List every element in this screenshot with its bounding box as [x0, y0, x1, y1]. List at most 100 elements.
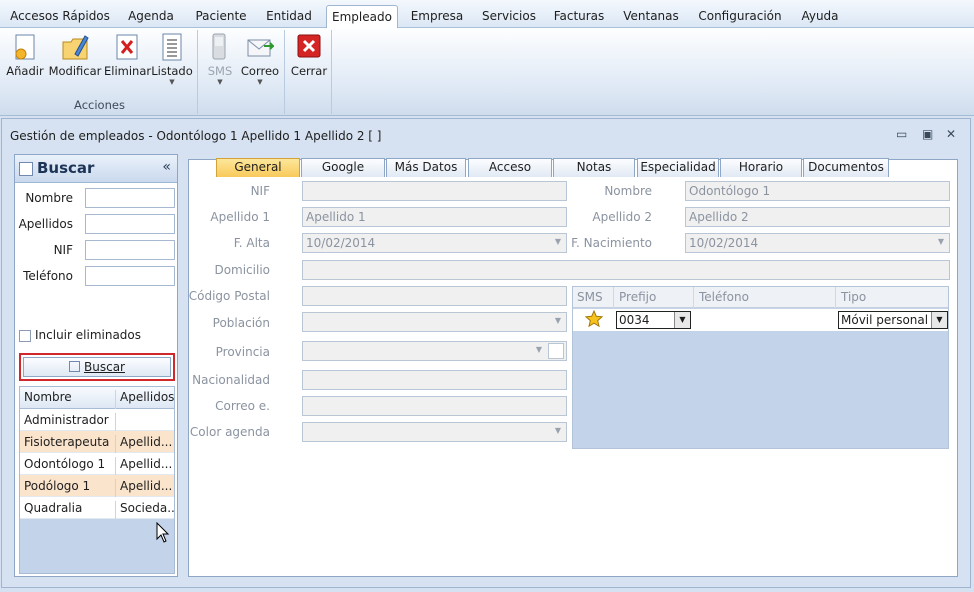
- table-row[interactable]: Administrador: [20, 409, 174, 435]
- surname-input[interactable]: [85, 214, 175, 234]
- chevron-down-icon: ▼: [931, 312, 947, 328]
- tab-especialidad[interactable]: Especialidad: [637, 158, 719, 177]
- apellido1-field-label: Apellido 1: [210, 210, 270, 224]
- column-sms[interactable]: SMS: [577, 290, 603, 304]
- tab-ventanas[interactable]: Ventanas: [616, 5, 686, 28]
- chevron-down-icon: ▼: [554, 426, 561, 435]
- delete-button[interactable]: Eliminar: [104, 32, 151, 78]
- restore-icon[interactable]: ▣: [922, 127, 933, 141]
- tab-acceso[interactable]: Acceso: [468, 158, 552, 177]
- apellido2-field-label: Apellido 2: [592, 210, 652, 224]
- folder-edit-icon: [61, 32, 89, 62]
- name-input[interactable]: [85, 188, 175, 208]
- phones-table: SMS Prefijo Teléfono Tipo 0034 ▼ Móvil pe…: [572, 286, 949, 449]
- prefix-select[interactable]: 0034 ▼: [616, 311, 691, 329]
- ribbon: Añadir Modificar Eliminar Listado ▼ Acci…: [0, 28, 974, 116]
- apellido2-field[interactable]: Apellido 2: [685, 207, 950, 227]
- tab-agenda[interactable]: Agenda: [118, 5, 184, 28]
- poblacion-field-label: Población: [212, 316, 270, 330]
- nif-input[interactable]: [85, 240, 175, 260]
- tab-ayuda[interactable]: Ayuda: [794, 5, 846, 28]
- cp-field-label: Código Postal: [188, 289, 270, 303]
- column-surname[interactable]: Apellidos: [120, 390, 174, 404]
- poblacion-select[interactable]: ▼: [302, 312, 567, 332]
- table-row[interactable]: Fisioterapeuta 1 Apellid...: [20, 431, 174, 457]
- tab-configuracion[interactable]: Configuración: [692, 5, 788, 28]
- search-button[interactable]: Buscar: [23, 357, 171, 377]
- chevron-down-icon: ▼: [169, 78, 175, 86]
- chevron-down-icon: ▼: [554, 237, 561, 246]
- lookup-search-icon[interactable]: [548, 343, 564, 359]
- table-row[interactable]: Odontólogo 1 Apellid...: [20, 453, 174, 479]
- ribbon-group-close: Cerrar: [286, 30, 332, 114]
- provincia-select[interactable]: ▼: [302, 341, 567, 361]
- tab-servicios[interactable]: Servicios: [476, 5, 542, 28]
- mobile-phone-icon: [206, 32, 234, 62]
- correo-field[interactable]: [302, 396, 567, 416]
- list-button[interactable]: Listado ▼: [150, 32, 194, 86]
- envelope-icon: [246, 32, 276, 62]
- search-icon: [19, 162, 33, 176]
- chevron-down-icon: ▼: [674, 312, 690, 328]
- add-button[interactable]: Añadir: [6, 32, 44, 78]
- include-deleted-checkbox[interactable]: [19, 330, 31, 342]
- search-panel: Buscar « Nombre Apellidos NIF Teléfono I…: [14, 154, 178, 577]
- tab-paciente[interactable]: Paciente: [188, 5, 254, 28]
- fnac-field-label: F. Nacimiento: [571, 236, 652, 250]
- minimize-icon[interactable]: ▭: [896, 127, 907, 141]
- column-prefix[interactable]: Prefijo: [619, 290, 656, 304]
- column-phone[interactable]: Teléfono: [699, 290, 749, 304]
- window-close-icon[interactable]: ✕: [946, 127, 956, 141]
- nacionalidad-field[interactable]: [302, 370, 567, 390]
- chevron-down-icon: ▼: [257, 78, 263, 86]
- tab-empleado[interactable]: Empleado: [326, 5, 398, 28]
- tab-documentos[interactable]: Documentos: [803, 158, 889, 177]
- tab-horario[interactable]: Horario: [720, 158, 802, 177]
- tab-facturas[interactable]: Facturas: [548, 5, 610, 28]
- phone-type-select[interactable]: Móvil personal ▼: [838, 311, 948, 329]
- tab-empresa[interactable]: Empresa: [404, 5, 470, 28]
- tab-google[interactable]: Google: [301, 158, 385, 177]
- chevron-down-icon: ▼: [217, 78, 223, 86]
- modify-button[interactable]: Modificar: [48, 32, 102, 78]
- chevron-down-icon: ▼: [937, 237, 944, 246]
- fnac-date-picker[interactable]: 10/02/2014 ▼: [685, 233, 950, 253]
- color-select[interactable]: ▼: [302, 422, 567, 442]
- ribbon-tab-bar: Accesos Rápidos Agenda Paciente Entidad …: [0, 0, 974, 28]
- tab-notas[interactable]: Notas: [553, 158, 635, 177]
- collapse-icon[interactable]: «: [162, 159, 171, 175]
- mouse-cursor-icon: [156, 522, 170, 543]
- search-panel-title: Buscar: [37, 159, 95, 177]
- tab-accesos-rapidos[interactable]: Accesos Rápidos: [6, 5, 114, 28]
- cp-field[interactable]: [302, 286, 567, 306]
- search-button-highlight: Buscar: [19, 353, 175, 381]
- domicilio-field-label: Domicilio: [214, 263, 270, 277]
- phone-label: Teléfono: [23, 269, 73, 283]
- table-row[interactable]: Quadralia Socieda...: [20, 497, 174, 523]
- close-button[interactable]: Cerrar: [288, 32, 330, 78]
- ribbon-group-communication: SMS ▼ Correo ▼: [199, 30, 285, 114]
- tab-general[interactable]: General: [216, 158, 300, 177]
- tab-mas-datos[interactable]: Más Datos: [386, 158, 466, 177]
- column-type[interactable]: Tipo: [841, 290, 866, 304]
- mail-button[interactable]: Correo ▼: [239, 32, 281, 86]
- name-label: Nombre: [25, 191, 73, 205]
- phone-input[interactable]: [85, 266, 175, 286]
- chevron-down-icon: ▼: [535, 345, 542, 354]
- column-name[interactable]: Nombre: [24, 390, 72, 404]
- falta-date-picker[interactable]: 10/02/2014 ▼: [302, 233, 567, 253]
- list-icon: [158, 32, 186, 62]
- new-document-icon: [11, 32, 39, 62]
- nombre-field[interactable]: Odontólogo 1: [685, 181, 950, 201]
- window-title: Gestión de empleados - Odontólogo 1 Apel…: [10, 129, 382, 143]
- apellido1-field[interactable]: Apellido 1: [302, 207, 567, 227]
- star-icon[interactable]: [584, 309, 604, 331]
- sms-button[interactable]: SMS ▼: [201, 32, 239, 86]
- results-table: Nombre Apellidos Administrador Fisiotera…: [19, 386, 175, 574]
- include-deleted-label: Incluir eliminados: [35, 328, 142, 342]
- table-row[interactable]: Podólogo 1 Apellid...: [20, 475, 174, 501]
- nif-field[interactable]: [302, 181, 567, 201]
- correo-field-label: Correo e.: [215, 399, 270, 413]
- tab-entidad[interactable]: Entidad: [258, 5, 320, 28]
- domicilio-field[interactable]: [302, 260, 950, 280]
